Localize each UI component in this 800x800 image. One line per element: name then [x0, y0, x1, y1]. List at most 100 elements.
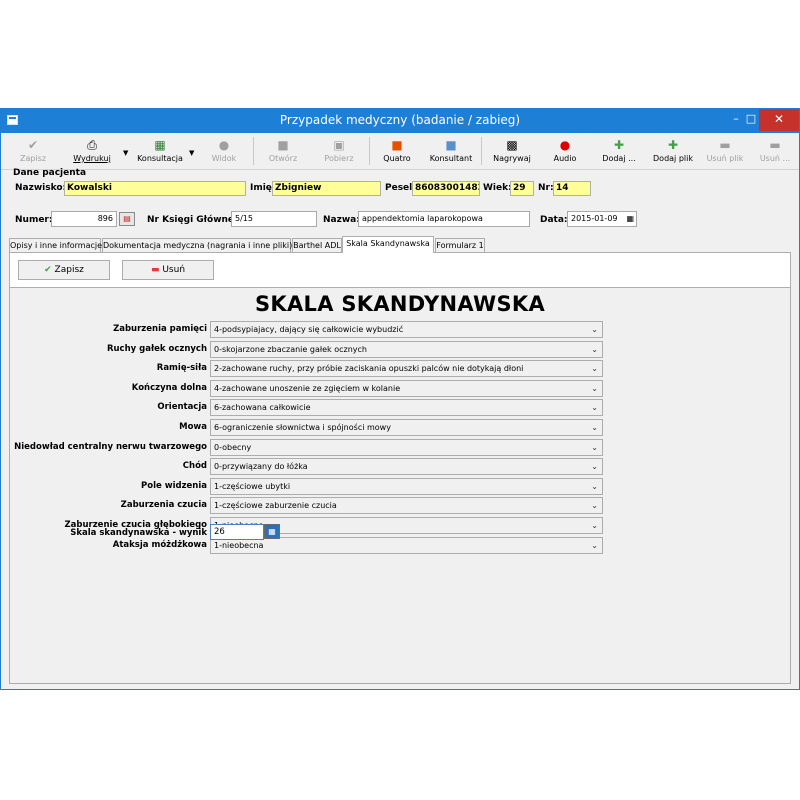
toolbar-audio-button[interactable]: ● Audio	[547, 135, 583, 167]
toolbar-separator	[481, 137, 482, 165]
checkmark-icon: ✔	[44, 265, 52, 275]
add-icon: ✚	[613, 138, 625, 152]
maximize-button[interactable]: □	[741, 109, 761, 131]
toolbar-open-label: Otwórz	[268, 154, 298, 163]
chevron-down-icon[interactable]: ⌄	[591, 361, 598, 376]
scale-row-select[interactable]: 0-obecny ⌄	[210, 439, 603, 456]
surname-field[interactable]: Kowalski	[64, 181, 246, 196]
quatro-icon: ■	[391, 138, 403, 152]
age-label: Wiek:	[483, 183, 512, 193]
panel-save-button[interactable]: ✔ Zapisz	[18, 260, 110, 280]
scale-row-select[interactable]: 0-skojarzone zbaczanie gałek ocznych ⌄	[210, 341, 603, 358]
toolbar-remove-file-label: Usuń plik	[706, 154, 744, 163]
download-icon: ▣	[333, 138, 345, 152]
scale-row-select[interactable]: 4-podsypiajacy, dający się całkowicie wy…	[210, 321, 603, 338]
app-window: Przypadek medyczny (badanie / zabieg) – …	[0, 108, 800, 690]
scale-row-label: Kończyna dolna	[131, 383, 207, 393]
number-lookup-button[interactable]: ▤	[119, 212, 135, 226]
toolbar-print-button[interactable]: ⎙ Wydrukuj	[67, 135, 117, 167]
chevron-down-icon[interactable]: ⌄	[591, 498, 598, 513]
toolbar-remove-file-button[interactable]: ▬ Usuń plik	[705, 135, 745, 167]
print-dropdown-arrow-icon[interactable]: ▼	[123, 149, 128, 157]
scale-row-select[interactable]: 2-zachowane ruchy, przy próbie zaciskani…	[210, 360, 603, 377]
toolbar-record-button[interactable]: ▩ Nagrywaj	[489, 135, 535, 167]
scale-row-select[interactable]: 1-częściowe zaburzenie czucia ⌄	[210, 497, 603, 514]
name-field[interactable]: appendektomia laparokopowa	[358, 211, 530, 227]
title-bar[interactable]: Przypadek medyczny (badanie / zabieg) – …	[1, 109, 799, 133]
tab-form-1[interactable]: Formularz 1	[435, 238, 485, 252]
chevron-down-icon[interactable]: ⌄	[591, 459, 598, 474]
firstname-field[interactable]: Zbigniew	[272, 181, 381, 196]
toolbar-save-button[interactable]: ✔ Zapisz	[13, 135, 53, 167]
scale-row-select[interactable]: 0-przywiązany do łóżka ⌄	[210, 458, 603, 475]
book-label: Nr Księgi Głównej:	[147, 215, 241, 225]
tab-barthel-adl[interactable]: Barthel ADL	[292, 238, 342, 252]
scale-row-select[interactable]: 6-zachowana całkowicie ⌄	[210, 399, 603, 416]
toolbar-remove-button[interactable]: ▬ Usuń ...	[757, 135, 793, 167]
chevron-down-icon[interactable]: ⌄	[591, 518, 598, 533]
chevron-down-icon[interactable]: ⌄	[591, 342, 598, 357]
scale-row-label: Ruchy gałek ocznych	[106, 344, 207, 354]
panel-delete-label: Usuń	[162, 265, 186, 275]
consultation-dropdown-arrow-icon[interactable]: ▼	[189, 149, 194, 157]
toolbar-quatro-label: Quatro	[383, 154, 411, 163]
form-title: SKALA SKANDYNAWSKA	[254, 292, 546, 316]
tab-descriptions[interactable]: Opisy i inne informacje	[9, 238, 102, 252]
checkmark-icon: ✔	[27, 138, 39, 152]
toolbar-add-button[interactable]: ✚ Dodaj ...	[597, 135, 641, 167]
scale-row-label: Niedowład centralny nerwu twarzowego	[14, 442, 207, 452]
scale-row-value: 1-nieobecna	[214, 541, 264, 550]
panel-save-label: Zapisz	[54, 265, 84, 275]
number-field[interactable]: 896	[51, 211, 117, 227]
chevron-down-icon[interactable]: ⌄	[591, 440, 598, 455]
toolbar-view-button[interactable]: ● Widok	[206, 135, 242, 167]
close-button[interactable]: ✕	[759, 109, 799, 131]
calculate-button[interactable]: ▦	[264, 524, 280, 539]
nr-label: Nr:	[538, 183, 554, 193]
book-field[interactable]: 5/15	[231, 211, 317, 227]
toolbar-add-file-button[interactable]: ✚ Dodaj plik	[649, 135, 697, 167]
scale-row-label: Zaburzenia pamięci	[113, 324, 207, 334]
chevron-down-icon[interactable]: ⌄	[591, 322, 598, 337]
scale-row-value: 0-obecny	[214, 443, 252, 452]
age-field[interactable]: 29	[510, 181, 534, 196]
scale-row-label: Mowa	[179, 422, 207, 432]
result-label: Skala skandynawska - wynik	[70, 528, 207, 538]
chevron-down-icon[interactable]: ⌄	[591, 420, 598, 435]
tab-medical-documentation[interactable]: Dokumentacja medyczna (nagrania i inne p…	[102, 238, 292, 252]
chevron-down-icon[interactable]: ⌄	[591, 538, 598, 553]
date-label: Data:	[540, 215, 568, 225]
scale-row-value: 2-zachowane ruchy, przy próbie zaciskani…	[214, 364, 524, 373]
result-field[interactable]: 26	[210, 524, 264, 540]
name-label: Nazwa:	[323, 215, 360, 225]
chevron-down-icon[interactable]: ⌄	[591, 479, 598, 494]
tab-scandinavian-scale[interactable]: Skala Skandynawska	[342, 236, 434, 253]
toolbar-remove-label: Usuń ...	[759, 154, 791, 163]
scale-row-select[interactable]: 1-nieobecna ⌄	[210, 537, 603, 554]
toolbar-consultant-button[interactable]: ■ Konsultant	[427, 135, 475, 167]
scale-row-value: 0-skojarzone zbaczanie gałek ocznych	[214, 345, 367, 354]
toolbar-save-label: Zapisz	[19, 154, 47, 163]
scale-row-select[interactable]: 6-ograniczenie słownictwa i spójności mo…	[210, 419, 603, 436]
open-icon: ■	[277, 138, 289, 152]
toolbar-record-label: Nagrywaj	[493, 154, 531, 163]
calendar-icon[interactable]: ▦	[626, 212, 634, 226]
scale-row-value: 4-podsypiajacy, dający się całkowicie wy…	[214, 325, 404, 334]
date-field[interactable]: 2015-01-09 ▦	[567, 211, 637, 227]
nr-field[interactable]: 14	[553, 181, 591, 196]
toolbar-separator	[369, 137, 370, 165]
surname-label: Nazwisko:	[15, 183, 67, 193]
toolbar: ✔ Zapisz ⎙ Wydrukuj ▼ ▦ Konsultacja ▼ ● …	[1, 133, 799, 170]
scale-row-select[interactable]: 1-częściowe ubytki ⌄	[210, 478, 603, 495]
panel-delete-button[interactable]: ▬ Usuń	[122, 260, 214, 280]
toolbar-download-button[interactable]: ▣ Pobierz	[317, 135, 361, 167]
scale-row-value: 1-częściowe ubytki	[214, 482, 291, 491]
scale-row-select[interactable]: 4-zachowane unoszenie ze zgięciem w kola…	[210, 380, 603, 397]
pesel-field[interactable]: 86083001482	[412, 181, 480, 196]
chevron-down-icon[interactable]: ⌄	[591, 400, 598, 415]
toolbar-quatro-button[interactable]: ■ Quatro	[377, 135, 417, 167]
toolbar-open-button[interactable]: ■ Otwórz	[263, 135, 303, 167]
chevron-down-icon[interactable]: ⌄	[591, 381, 598, 396]
toolbar-consultation-button[interactable]: ▦ Konsultacja	[134, 135, 186, 167]
toolbar-separator	[253, 137, 254, 165]
